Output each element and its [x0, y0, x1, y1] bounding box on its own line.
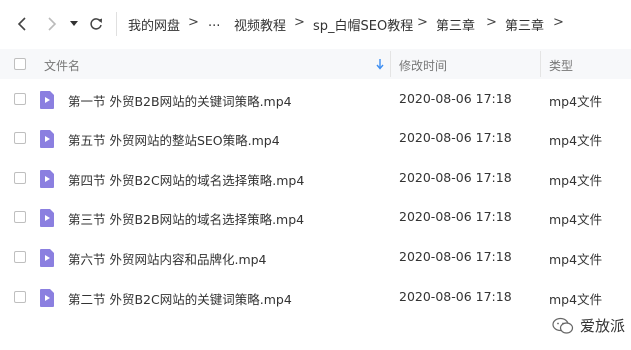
file-name[interactable]: 第三节 外贸B2B网站的域名选择策略.mp4	[68, 209, 304, 228]
breadcrumb-separator: >	[486, 15, 497, 30]
breadcrumb-item-chapter-three[interactable]: 第三章	[436, 15, 475, 34]
video-file-icon	[40, 130, 54, 148]
select-all-checkbox[interactable]	[14, 58, 26, 70]
sort-down-arrow-icon	[376, 59, 384, 70]
file-modified-time: 2020-08-06 17:18	[399, 130, 512, 145]
watermark: 爱放派	[552, 315, 625, 336]
breadcrumb-item-my-drive[interactable]: 我的网盘	[128, 15, 180, 34]
video-file-icon	[40, 289, 54, 307]
file-type: mp4文件	[549, 292, 603, 307]
wechat-icon	[552, 317, 574, 334]
file-modified-time: 2020-08-06 17:18	[399, 209, 512, 224]
column-header-modified[interactable]: 修改时间	[399, 57, 447, 74]
chevron-left-icon	[17, 17, 26, 31]
video-file-icon	[40, 170, 54, 188]
column-divider[interactable]	[390, 51, 391, 77]
column-header-type[interactable]: 类型	[549, 57, 573, 74]
video-file-icon	[40, 249, 54, 267]
file-name[interactable]: 第五节 外贸网站的整站SEO策略.mp4	[68, 130, 280, 149]
breadcrumb-separator: >	[188, 15, 199, 30]
history-dropdown-button[interactable]	[68, 18, 80, 30]
file-type: mp4文件	[549, 173, 603, 188]
caret-down-icon	[70, 21, 78, 26]
refresh-icon	[90, 18, 102, 30]
navigation-bar: 我的网盘 > ... 视频教程 > sp_白帽SEO教程 > 第三章 > 第三章…	[0, 0, 631, 48]
refresh-button[interactable]	[86, 14, 106, 34]
column-divider[interactable]	[540, 51, 541, 77]
table-row[interactable]: 第五节 外贸网站的整站SEO策略.mp4 2020-08-06 17:18 mp…	[0, 119, 631, 159]
sort-button[interactable]	[374, 57, 386, 71]
row-checkbox[interactable]	[14, 251, 26, 263]
back-button[interactable]	[12, 14, 32, 34]
file-list-header: 文件名 修改时间 类型	[0, 49, 631, 79]
row-checkbox[interactable]	[14, 172, 26, 184]
file-name[interactable]: 第一节 外贸B2B网站的关键词策略.mp4	[68, 91, 292, 110]
row-checkbox[interactable]	[14, 132, 26, 144]
table-row[interactable]: 第二节 外贸B2C网站的关键词策略.mp4 2020-08-06 17:18 m…	[0, 278, 631, 318]
breadcrumb-item-seo-course[interactable]: sp_白帽SEO教程	[313, 15, 413, 34]
watermark-text: 爱放派	[579, 317, 625, 335]
file-type: mp4文件	[549, 252, 603, 267]
video-file-icon	[40, 91, 54, 109]
chevron-right-icon	[48, 17, 57, 31]
breadcrumb-separator: >	[294, 15, 305, 30]
file-modified-time: 2020-08-06 17:18	[399, 249, 512, 264]
file-type: mp4文件	[549, 94, 603, 109]
video-file-icon	[40, 209, 54, 227]
forward-button[interactable]	[42, 14, 62, 34]
breadcrumb-item-chapter-three-current[interactable]: 第三章	[505, 15, 544, 34]
nav-vertical-divider	[116, 12, 117, 36]
file-type: mp4文件	[549, 212, 603, 227]
file-modified-time: 2020-08-06 17:18	[399, 170, 512, 185]
column-header-name[interactable]: 文件名	[44, 57, 80, 74]
table-row[interactable]: 第三节 外贸B2B网站的域名选择策略.mp4 2020-08-06 17:18 …	[0, 198, 631, 238]
file-type: mp4文件	[549, 133, 603, 148]
breadcrumb-separator: >	[417, 15, 428, 30]
row-checkbox[interactable]	[14, 211, 26, 223]
table-row[interactable]: 第一节 外贸B2B网站的关键词策略.mp4 2020-08-06 17:18 m…	[0, 80, 631, 120]
file-name[interactable]: 第六节 外贸网站内容和品牌化.mp4	[68, 249, 267, 268]
row-checkbox[interactable]	[14, 93, 26, 105]
file-name[interactable]: 第四节 外贸B2C网站的域名选择策略.mp4	[68, 170, 304, 189]
file-name[interactable]: 第二节 外贸B2C网站的关键词策略.mp4	[68, 289, 292, 308]
table-row[interactable]: 第六节 外贸网站内容和品牌化.mp4 2020-08-06 17:18 mp4文…	[0, 238, 631, 278]
breadcrumb-item-ellipsis[interactable]: ...	[208, 15, 220, 30]
breadcrumb-item-video-tutorials[interactable]: 视频教程	[234, 15, 286, 34]
table-row[interactable]: 第四节 外贸B2C网站的域名选择策略.mp4 2020-08-06 17:18 …	[0, 159, 631, 199]
breadcrumb-separator: >	[553, 15, 564, 30]
row-checkbox[interactable]	[14, 291, 26, 303]
file-modified-time: 2020-08-06 17:18	[399, 289, 512, 304]
file-modified-time: 2020-08-06 17:18	[399, 91, 512, 106]
